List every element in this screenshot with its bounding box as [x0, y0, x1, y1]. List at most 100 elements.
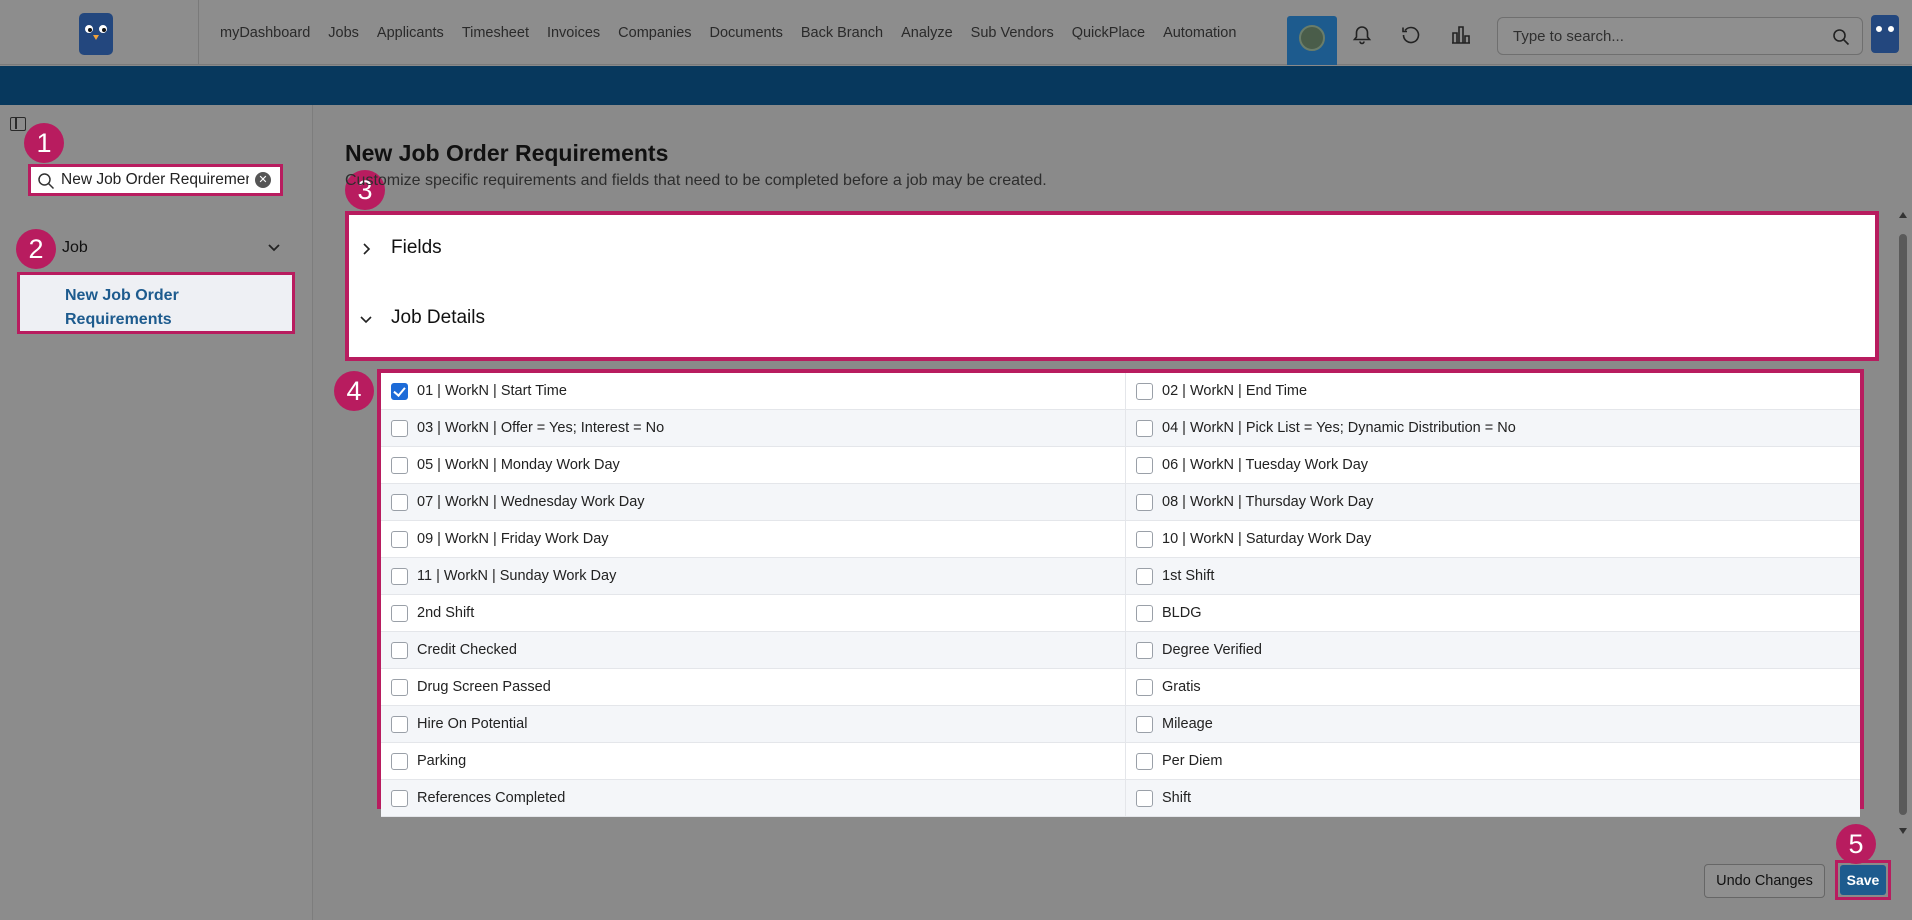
clear-search-icon[interactable]: ✕ [255, 172, 271, 188]
option-cell[interactable]: 03 | WorkN | Offer = Yes; Interest = No [381, 410, 1125, 446]
option-cell[interactable]: 07 | WorkN | Wednesday Work Day [381, 484, 1125, 520]
option-checkbox[interactable] [1136, 494, 1153, 511]
option-checkbox[interactable] [1136, 605, 1153, 622]
option-checkbox[interactable] [1136, 679, 1153, 696]
reports-chart-icon[interactable] [1450, 24, 1472, 46]
nav-link-timesheet[interactable]: Timesheet [462, 25, 529, 41]
option-row: 01 | WorkN | Start Time 02 | WorkN | End … [381, 373, 1860, 410]
option-cell[interactable]: Credit Checked [381, 632, 1125, 668]
accordion-label: Job Details [391, 307, 485, 328]
option-label: 01 | WorkN | Start Time [417, 383, 567, 399]
brand-bar [0, 66, 1912, 105]
global-search[interactable] [1497, 17, 1863, 55]
option-cell[interactable]: 2nd Shift [381, 595, 1125, 631]
nav-link-applicants[interactable]: Applicants [377, 25, 444, 41]
nav-link-documents[interactable]: Documents [710, 25, 783, 41]
option-cell[interactable]: 04 | WorkN | Pick List = Yes; Dynamic Di… [1125, 410, 1869, 446]
option-checkbox[interactable] [1136, 531, 1153, 548]
option-checkbox[interactable] [1136, 642, 1153, 659]
accordion-job-details[interactable]: Job Details [349, 285, 1875, 351]
option-cell[interactable]: Hire On Potential [381, 706, 1125, 742]
option-checkbox[interactable] [1136, 457, 1153, 474]
bell-icon[interactable] [1351, 24, 1373, 46]
nav-link-analyze[interactable]: Analyze [901, 25, 953, 41]
option-checkbox[interactable] [391, 568, 408, 585]
option-checkbox[interactable] [391, 457, 408, 474]
option-cell[interactable]: Drug Screen Passed [381, 669, 1125, 705]
nav-link-mydashboard[interactable]: myDashboard [220, 25, 310, 41]
option-checkbox[interactable] [1136, 420, 1153, 437]
history-icon[interactable] [1400, 24, 1422, 46]
option-label: References Completed [417, 790, 566, 806]
option-checkbox[interactable] [391, 494, 408, 511]
sidebar-group-job[interactable]: Job [62, 239, 282, 259]
nav-link-sub-vendors[interactable]: Sub Vendors [971, 25, 1054, 41]
option-cell[interactable]: 02 | WorkN | End Time [1125, 373, 1869, 409]
option-cell[interactable]: Gratis [1125, 669, 1869, 705]
page-subtitle: Customize specific requirements and fiel… [345, 172, 1047, 189]
option-checkbox[interactable] [391, 790, 408, 807]
option-cell[interactable]: 09 | WorkN | Friday Work Day [381, 521, 1125, 557]
nav-link-automation[interactable]: Automation [1163, 25, 1236, 41]
accordion-fields[interactable]: Fields [349, 215, 1875, 281]
owl-brand-icon[interactable] [1871, 15, 1899, 53]
option-cell[interactable]: 06 | WorkN | Tuesday Work Day [1125, 447, 1869, 483]
option-row: 07 | WorkN | Wednesday Work Day 08 | Work… [381, 484, 1860, 521]
option-checkbox[interactable] [391, 642, 408, 659]
option-checkbox[interactable] [391, 753, 408, 770]
option-label: Shift [1162, 790, 1192, 806]
option-cell[interactable]: Mileage [1125, 706, 1869, 742]
settings-accordion: Fields Job Details [345, 211, 1879, 361]
option-label: 04 | WorkN | Pick List = Yes; Dynamic Di… [1162, 420, 1516, 436]
undo-changes-button[interactable]: Undo Changes [1704, 864, 1825, 898]
option-cell[interactable]: Per Diem [1125, 743, 1869, 779]
option-cell[interactable]: Parking [381, 743, 1125, 779]
owl-logo-icon[interactable] [79, 13, 113, 55]
nav-link-back-branch[interactable]: Back Branch [801, 25, 883, 41]
settings-search[interactable]: ✕ [28, 164, 283, 196]
option-checkbox[interactable] [391, 679, 408, 696]
option-label: 03 | WorkN | Offer = Yes; Interest = No [417, 420, 665, 436]
option-checkbox[interactable] [391, 531, 408, 548]
nav-link-jobs[interactable]: Jobs [328, 25, 359, 41]
sidebar-item-new-job-order-requirements[interactable]: New Job Order Requirements [17, 272, 295, 334]
global-search-input[interactable] [1513, 26, 1813, 46]
option-label: Credit Checked [417, 642, 517, 658]
option-cell[interactable]: Shift [1125, 780, 1869, 816]
sidebar-collapse-icon[interactable] [10, 117, 26, 131]
option-label: Parking [417, 753, 467, 769]
option-checkbox[interactable] [391, 383, 408, 400]
settings-search-input[interactable] [61, 170, 249, 190]
nav-link-quickplace[interactable]: QuickPlace [1072, 25, 1145, 41]
accordion-label: Fields [391, 237, 442, 258]
search-icon[interactable] [1832, 28, 1850, 46]
option-checkbox[interactable] [391, 420, 408, 437]
option-label: 1st Shift [1162, 568, 1215, 584]
option-checkbox[interactable] [1136, 568, 1153, 585]
option-cell[interactable]: 1st Shift [1125, 558, 1869, 594]
page-scrollbar[interactable] [1898, 212, 1908, 842]
option-cell[interactable]: BLDG [1125, 595, 1869, 631]
option-checkbox[interactable] [1136, 753, 1153, 770]
option-cell[interactable]: 01 | WorkN | Start Time [381, 373, 1125, 409]
page-title: New Job Order Requirements [345, 140, 669, 166]
option-checkbox[interactable] [1136, 383, 1153, 400]
option-cell[interactable]: 05 | WorkN | Monday Work Day [381, 447, 1125, 483]
nav-link-companies[interactable]: Companies [618, 25, 691, 41]
option-checkbox[interactable] [1136, 716, 1153, 733]
option-cell[interactable]: 10 | WorkN | Saturday Work Day [1125, 521, 1869, 557]
option-row: Hire On Potential Mileage [381, 706, 1860, 743]
option-cell[interactable]: Degree Verified [1125, 632, 1869, 668]
option-cell[interactable]: 08 | WorkN | Thursday Work Day [1125, 484, 1869, 520]
option-checkbox[interactable] [1136, 790, 1153, 807]
search-icon [38, 173, 55, 190]
option-checkbox[interactable] [391, 605, 408, 622]
option-checkbox[interactable] [391, 716, 408, 733]
top-nav: myDashboard Jobs Applicants Timesheet In… [0, 0, 1912, 65]
nav-link-invoices[interactable]: Invoices [547, 25, 600, 41]
option-label: Drug Screen Passed [417, 679, 551, 695]
user-avatar-tab[interactable] [1287, 16, 1337, 65]
option-cell[interactable]: 11 | WorkN | Sunday Work Day [381, 558, 1125, 594]
save-button[interactable]: Save [1840, 865, 1886, 895]
option-cell[interactable]: References Completed [381, 780, 1125, 816]
